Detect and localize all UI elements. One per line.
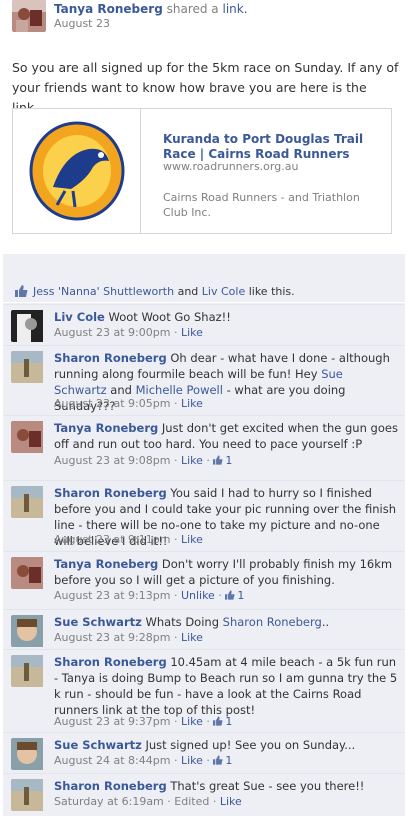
link-preview-card[interactable]: Kuranda to Port Douglas Trail Race | Cai… [12,108,392,234]
comment-meta: August 23 at 9:05pm · Like [54,397,203,410]
like-count[interactable]: 1 [213,715,232,728]
comment-author[interactable]: Sue Schwartz [54,615,142,629]
avatar-sue[interactable] [11,738,45,770]
post-verb: shared a [166,2,219,16]
comment-author[interactable]: Sue Schwartz [54,738,142,752]
like-link[interactable]: Like [181,326,203,339]
likes-and: and [177,285,199,298]
comment-text: Woot Woot Go Shaz!! [108,310,231,324]
avatar-sue[interactable] [11,615,45,647]
comments-panel: Jess 'Nanna' Shuttleworth and Liv Cole l… [3,254,405,816]
comment-author[interactable]: Sharon Roneberg [54,486,167,500]
comment: Tanya Roneberg Just don't get excited wh… [3,415,405,480]
card-url: www.roadrunners.org.au [163,160,299,173]
thumbs-up-icon [15,285,28,297]
road-runners-logo[interactable] [13,109,141,233]
avatar-sharon[interactable] [11,655,45,687]
comment-text: Just signed up! See you on Sunday... [145,738,356,752]
card-title[interactable]: Kuranda to Port Douglas Trail Race | Cai… [163,132,383,162]
comment: Sue Schwartz Just signed up! See you on … [3,732,405,773]
comment-meta: August 23 at 9:28pm · Like [54,631,203,644]
like-link[interactable]: Like [220,795,242,808]
comment-author[interactable]: Sharon Roneberg [54,779,167,793]
like-count[interactable]: 1 [213,754,232,767]
comment-meta: Saturday at 6:19am · Edited · Like [54,795,242,808]
post-link-word[interactable]: link. [223,2,248,16]
avatar-sharon[interactable] [11,779,45,811]
comment: Sharon Roneberg 10.45am at 4 mile beach … [3,649,405,732]
like-link[interactable]: Like [181,631,203,644]
likes-tail: like this. [248,285,295,298]
comment-meta: August 23 at 9:11pm · Like [54,533,203,546]
comment-meta: August 23 at 9:13pm · Unlike · 1 [54,589,245,602]
liker-2[interactable]: Liv Cole [202,285,245,298]
comment: Sharon Roneberg That's great Sue - see y… [3,773,405,816]
post-author[interactable]: Tanya Roneberg [54,2,163,16]
comment-author[interactable]: Tanya Roneberg [54,557,158,571]
card-description: Cairns Road Runners - and Triathlon Club… [163,191,360,219]
comment-time[interactable]: August 23 at 9:28pm [54,631,170,644]
comment-author[interactable]: Sharon Roneberg [54,655,167,669]
comment-author[interactable]: Sharon Roneberg [54,351,167,365]
comment: Sharon Roneberg You said I had to hurry … [3,480,405,551]
like-link[interactable]: Like [181,533,203,546]
liker-1[interactable]: Jess 'Nanna' Shuttleworth [33,285,174,298]
comment-time[interactable]: Saturday at 6:19am [54,795,164,808]
unlike-link[interactable]: Unlike [181,589,215,602]
avatar-sharon[interactable] [11,351,45,383]
likes-summary: Jess 'Nanna' Shuttleworth and Liv Cole l… [3,279,405,303]
comment-time[interactable]: August 23 at 9:11pm [54,533,170,546]
comment-time[interactable]: August 23 at 9:00pm [54,326,170,339]
like-link[interactable]: Like [181,397,203,410]
avatar-liv[interactable] [11,310,45,342]
like-link[interactable]: Like [181,715,203,728]
post-date[interactable]: August 23 [54,17,110,30]
comment-author[interactable]: Tanya Roneberg [54,421,158,435]
like-count[interactable]: 1 [213,454,232,467]
comment: Sharon Roneberg Oh dear - what have I do… [3,345,405,415]
tag-sharon[interactable]: Sharon Roneberg [223,615,322,629]
edited-label[interactable]: Edited [174,795,209,808]
comment: Sue Schwartz Whats Doing Sharon Roneberg… [3,609,405,649]
comment-time[interactable]: August 24 at 8:44pm [54,754,170,767]
like-link[interactable]: Like [181,754,203,767]
comment-meta: August 23 at 9:00pm · Like [54,326,203,339]
comment-meta: August 23 at 9:37pm · Like · 1 [54,715,233,728]
thumbs-up-icon [225,590,235,600]
like-link[interactable]: Like [181,454,203,467]
comment-meta: August 24 at 8:44pm · Like · 1 [54,754,233,767]
tag-michelle[interactable]: Michelle Powell [136,383,223,397]
avatar-tanya[interactable] [11,557,45,589]
comment-time[interactable]: August 23 at 9:37pm [54,715,170,728]
comment: Tanya Roneberg Don't worry I'll probably… [3,551,405,609]
like-count[interactable]: 1 [225,589,244,602]
comment: Liv Cole Woot Woot Go Shaz!! August 23 a… [3,304,405,345]
thumbs-up-icon [213,716,223,726]
post-header: Tanya Roneberg shared a link. August 23 [12,0,402,36]
comment-meta: August 23 at 9:08pm · Like · 1 [54,454,233,467]
avatar-tanya[interactable] [12,0,46,32]
comment-time[interactable]: August 23 at 9:08pm [54,454,170,467]
thumbs-up-icon [213,455,223,465]
avatar-tanya[interactable] [11,421,45,453]
comment-text: That's great Sue - see you there!! [170,779,365,793]
thumbs-up-icon [213,755,223,765]
avatar-sharon[interactable] [11,486,45,518]
comment-time[interactable]: August 23 at 9:13pm [54,589,170,602]
comment-author[interactable]: Liv Cole [54,310,105,324]
comment-time[interactable]: August 23 at 9:05pm [54,397,170,410]
